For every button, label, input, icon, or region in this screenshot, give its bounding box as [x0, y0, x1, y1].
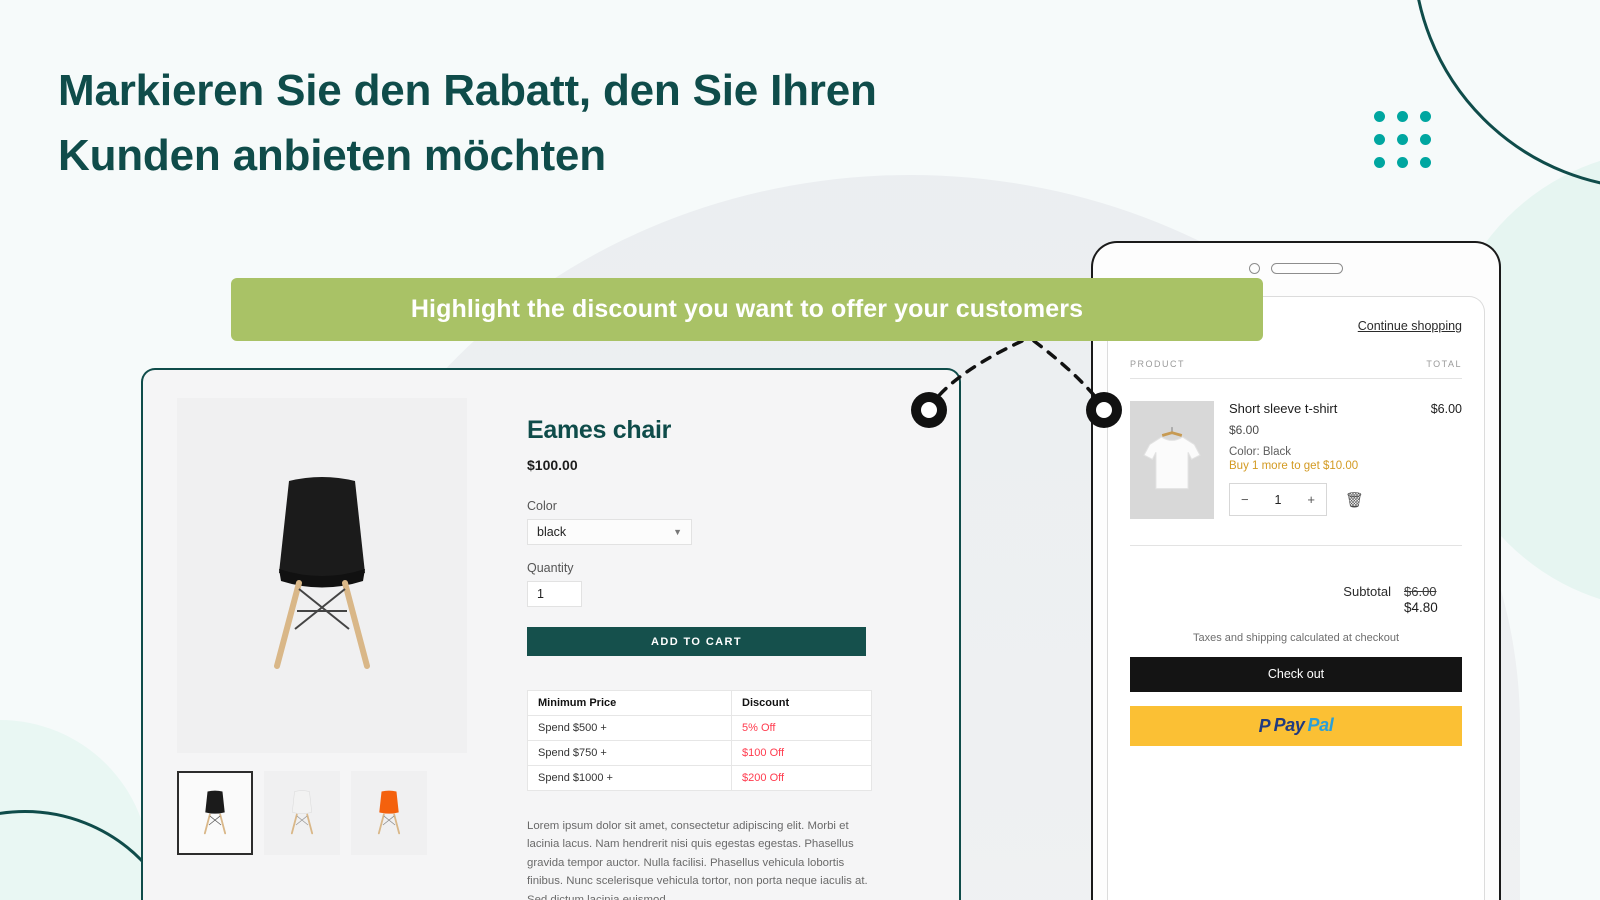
tshirt-illustration — [1143, 427, 1201, 490]
discount-value-2: $200 Off — [731, 765, 872, 791]
paypal-pay-text: Pay — [1273, 715, 1305, 736]
cart-item-variant: Color: Black — [1229, 446, 1291, 458]
table-row: Spend $1000 + $200 Off — [526, 765, 872, 791]
table-row: Spend $500 + 5% Off — [526, 715, 872, 741]
quantity-input[interactable]: 1 — [527, 581, 582, 607]
chair-black-illustration — [274, 476, 370, 669]
device-frame-desktop: Eames chair $100.00 Color black ▼ Quanti… — [141, 368, 961, 900]
thumbnail-black[interactable] — [177, 771, 253, 855]
quantity-stepper-value: 1 — [1274, 492, 1282, 507]
dot-grid-icon — [1374, 111, 1431, 168]
cart-item-line-total: $6.00 — [1430, 402, 1462, 416]
discount-table: Minimum Price Discount Spend $500 + 5% O… — [526, 690, 872, 791]
discount-min-0: Spend $500 + — [526, 715, 733, 741]
discount-min-2: Spend $1000 + — [526, 765, 733, 791]
subtotal-label: Subtotal — [1343, 584, 1391, 599]
chair-orange-thumb-icon — [377, 790, 401, 835]
cart-item-image — [1130, 401, 1214, 519]
discount-col-discount: Discount — [731, 690, 872, 716]
cart-line-item: Short sleeve t-shirt $6.00 Color: Black … — [1130, 401, 1462, 546]
table-row: Spend $750 + $100 Off — [526, 740, 872, 766]
subtotal-values: $6.00 $4.80 — [1404, 584, 1462, 616]
color-label: Color — [527, 499, 557, 513]
checkout-button[interactable]: Check out — [1130, 656, 1462, 692]
chair-white-thumb-icon — [290, 790, 314, 835]
tax-note: Taxes and shipping calculated at checkou… — [1192, 631, 1400, 644]
highlight-banner: Highlight the discount you want to offer… — [231, 278, 1263, 341]
paypal-button[interactable]: P Pay Pal — [1130, 705, 1462, 746]
chevron-down-icon: ▼ — [673, 527, 682, 537]
color-select[interactable]: black ▼ — [527, 519, 692, 545]
cart-item-controls: − 1 + 🗑 — [1229, 483, 1416, 516]
product-detail-page: Eames chair $100.00 Color black ▼ Quanti… — [143, 370, 959, 900]
discount-value-1: $100 Off — [731, 740, 872, 766]
product-gallery — [177, 398, 497, 900]
trash-icon[interactable]: 🗑 — [1345, 491, 1364, 509]
product-thumbnail-list[interactable] — [177, 771, 497, 855]
callout-marker-left — [911, 392, 947, 428]
cart-item-price: $6.00 — [1229, 423, 1260, 437]
product-info: Eames chair $100.00 Color black ▼ Quanti… — [526, 398, 925, 900]
quantity-decrease-button[interactable]: − — [1241, 492, 1249, 507]
quantity-label: Quantity — [527, 561, 574, 575]
discount-min-1: Spend $750 + — [526, 740, 733, 766]
subtotal-discounted: $4.80 — [1404, 599, 1438, 615]
cart-totals: Subtotal $6.00 $4.80 Taxes and shipping … — [1130, 546, 1462, 746]
decor-ring-circle-top — [1412, 0, 1600, 190]
cart-header-product: PRODUCT — [1130, 359, 1185, 369]
subtotal-row: Subtotal $6.00 $4.80 — [1130, 584, 1462, 616]
add-to-cart-button[interactable]: ADD TO CART — [527, 627, 866, 656]
screenshot-root: Markieren Sie den Rabatt, den Sie Ihren … — [0, 0, 1600, 900]
speaker-icon — [1271, 262, 1343, 274]
product-title: Eames chair — [527, 416, 672, 444]
paypal-pal-text: Pal — [1307, 715, 1334, 736]
product-description: Lorem ipsum dolor sit amet, consectetur … — [527, 820, 868, 900]
highlight-banner-text: Highlight the discount you want to offer… — [410, 295, 1084, 323]
cart-table-header: PRODUCT TOTAL — [1130, 359, 1462, 379]
cart-item-promo: Buy 1 more to get $10.00 — [1229, 460, 1359, 472]
page-title: Markieren Sie den Rabatt, den Sie Ihren … — [58, 66, 877, 181]
product-price: $100.00 — [527, 457, 578, 473]
discount-value-0: 5% Off — [731, 715, 872, 741]
product-hero-image — [177, 398, 467, 753]
discount-col-min-price: Minimum Price — [526, 690, 733, 716]
thumbnail-white[interactable] — [264, 771, 340, 855]
cart-item-name: Short sleeve t-shirt — [1229, 401, 1338, 416]
chair-black-thumb-icon — [203, 790, 227, 835]
cart-page: Continue shopping PRODUCT TOTAL Short sl… — [1107, 296, 1485, 900]
callout-marker-right — [1086, 392, 1122, 428]
quantity-increase-button[interactable]: + — [1307, 492, 1315, 507]
camera-icon — [1249, 262, 1260, 274]
discount-table-header-row: Minimum Price Discount — [526, 690, 872, 716]
color-select-value: black — [537, 525, 567, 539]
quantity-value: 1 — [537, 587, 544, 601]
cart-header-total: TOTAL — [1426, 359, 1462, 369]
cart-item-details: Short sleeve t-shirt $6.00 Color: Black … — [1229, 401, 1416, 519]
thumbnail-orange[interactable] — [351, 771, 427, 855]
paypal-logo-icon: P — [1258, 715, 1271, 736]
subtotal-original: $6.00 — [1404, 584, 1437, 599]
quantity-stepper[interactable]: − 1 + — [1229, 483, 1327, 516]
